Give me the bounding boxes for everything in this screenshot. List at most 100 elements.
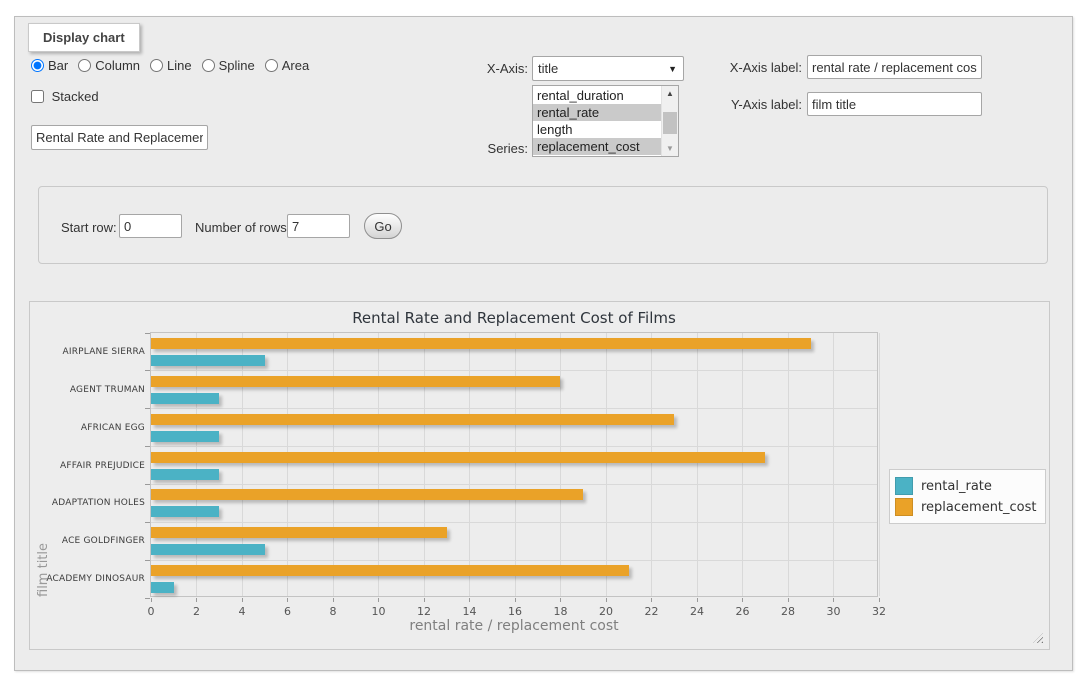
x-axis-tick-mark <box>742 598 743 602</box>
x-axis-tick-label: 28 <box>768 605 808 618</box>
legend-swatch-rental_rate <box>895 477 913 495</box>
bar-rental_rate[interactable] <box>151 355 265 366</box>
series-option-rental_duration[interactable]: rental_duration <box>533 87 661 104</box>
grid-line-horizontal <box>151 446 877 447</box>
series-label-text: Series: <box>451 141 528 157</box>
stacked-label[interactable]: Stacked <box>52 89 99 104</box>
grid-line-horizontal <box>151 560 877 561</box>
grid-line-horizontal <box>151 408 877 409</box>
chart-title-input[interactable] <box>31 125 208 150</box>
dropdown-arrow-icon: ▼ <box>668 64 677 74</box>
x-axis-tick-label: 14 <box>450 605 490 618</box>
series-option-length[interactable]: length <box>533 121 661 138</box>
scroll-thumb[interactable] <box>663 112 677 134</box>
bar-rental_rate[interactable] <box>151 582 174 593</box>
chart-container: Rental Rate and Replacement Cost of Film… <box>29 301 1050 650</box>
x-axis-tick-mark <box>697 598 698 602</box>
grid-line-vertical <box>788 333 789 596</box>
page: Display chart BarColumnLineSplineArea St… <box>0 0 1081 681</box>
radio-label-spline[interactable]: Spline <box>219 58 255 73</box>
x-axis-tick-label: 20 <box>586 605 626 618</box>
legend-label-replacement_cost: replacement_cost <box>921 500 1037 515</box>
stacked-checkbox[interactable] <box>31 90 44 103</box>
num-rows-input[interactable] <box>287 214 350 238</box>
grid-line-vertical <box>651 333 652 596</box>
go-button[interactable]: Go <box>364 213 402 239</box>
bar-rental_rate[interactable] <box>151 506 219 517</box>
y-axis-tick-mark <box>145 598 150 599</box>
chart-title: Rental Rate and Replacement Cost of Film… <box>150 309 878 327</box>
grid-line-vertical <box>287 333 288 596</box>
bar-replacement_cost[interactable] <box>151 414 674 425</box>
x-axis-tick-label: 8 <box>313 605 353 618</box>
x-axis-title-input[interactable] <box>807 55 982 79</box>
radio-label-area[interactable]: Area <box>282 58 309 73</box>
stacked-option[interactable]: Stacked <box>31 89 99 104</box>
grid-line-horizontal <box>151 370 877 371</box>
y-axis-tick-mark <box>145 560 150 561</box>
bar-replacement_cost[interactable] <box>151 565 629 576</box>
x-axis-tick-label: 12 <box>404 605 444 618</box>
radio-option-column[interactable]: Column <box>78 58 140 73</box>
grid-line-vertical <box>196 333 197 596</box>
radio-option-area[interactable]: Area <box>265 58 309 73</box>
num-rows-label: Number of rows: <box>195 220 290 236</box>
scroll-up-arrow-icon[interactable]: ▲ <box>662 86 678 101</box>
chart-type-radios: Bar Column Line Spline Area <box>31 58 319 73</box>
start-row-input[interactable] <box>119 214 182 238</box>
radio-option-line[interactable]: Line <box>150 58 192 73</box>
scroll-down-arrow-icon[interactable]: ▼ <box>662 141 678 156</box>
radio-option-bar[interactable]: Bar <box>31 58 68 73</box>
x-axis-tick-mark <box>196 598 197 602</box>
x-axis-select[interactable]: title ▼ <box>532 56 684 81</box>
x-axis-tick-mark <box>151 598 152 602</box>
radio-label-bar[interactable]: Bar <box>48 58 68 73</box>
bar-rental_rate[interactable] <box>151 469 219 480</box>
y-axis-tick-mark <box>145 446 150 447</box>
bar-rental_rate[interactable] <box>151 431 219 442</box>
x-axis-tick-label: 32 <box>859 605 899 618</box>
series-option-rental_rate[interactable]: rental_rate <box>533 104 661 121</box>
x-axis-tick-label: 10 <box>359 605 399 618</box>
y-axis-tick-mark <box>145 522 150 523</box>
grid-line-vertical <box>378 333 379 596</box>
series-scrollbar[interactable]: ▲ ▼ <box>661 86 678 156</box>
x-axis-tick-mark <box>378 598 379 602</box>
radio-label-column[interactable]: Column <box>95 58 140 73</box>
y-axis-tick-mark <box>145 333 150 334</box>
x-axis-tick-mark <box>469 598 470 602</box>
bar-replacement_cost[interactable] <box>151 489 583 500</box>
radio-column[interactable] <box>78 59 91 72</box>
series-options: rental_durationrental_ratelengthreplacem… <box>533 86 661 156</box>
radio-line[interactable] <box>150 59 163 72</box>
legend-item-rental_rate: rental_rate <box>895 477 1037 495</box>
category-label: ADAPTATION HOLES <box>35 498 145 508</box>
x-axis-tick-mark <box>287 598 288 602</box>
radio-bar[interactable] <box>31 59 44 72</box>
x-axis-tick-mark <box>242 598 243 602</box>
bar-replacement_cost[interactable] <box>151 376 560 387</box>
x-axis-selected-value: title <box>538 61 558 76</box>
radio-option-spline[interactable]: Spline <box>202 58 255 73</box>
x-axis-tick-mark <box>788 598 789 602</box>
radio-spline[interactable] <box>202 59 215 72</box>
series-option-replacement_cost[interactable]: replacement_cost <box>533 138 661 155</box>
category-label: AFFAIR PREJUDICE <box>35 461 145 471</box>
resize-grip-icon[interactable] <box>1033 633 1043 643</box>
grid-line-vertical <box>333 333 334 596</box>
x-axis-tick-label: 6 <box>268 605 308 618</box>
bar-rental_rate[interactable] <box>151 393 219 404</box>
y-axis-title-input[interactable] <box>807 92 982 116</box>
radio-label-line[interactable]: Line <box>167 58 192 73</box>
x-axis-tick-mark <box>833 598 834 602</box>
x-axis-tick-mark <box>879 598 880 602</box>
x-axis-label-text: X-Axis: <box>451 61 528 77</box>
radio-area[interactable] <box>265 59 278 72</box>
grid-line-vertical <box>424 333 425 596</box>
bar-replacement_cost[interactable] <box>151 338 811 349</box>
row-controls-box: Start row: Number of rows: Go <box>38 186 1048 264</box>
series-listbox[interactable]: rental_durationrental_ratelengthreplacem… <box>532 85 679 157</box>
bar-replacement_cost[interactable] <box>151 527 447 538</box>
bar-replacement_cost[interactable] <box>151 452 765 463</box>
bar-rental_rate[interactable] <box>151 544 265 555</box>
